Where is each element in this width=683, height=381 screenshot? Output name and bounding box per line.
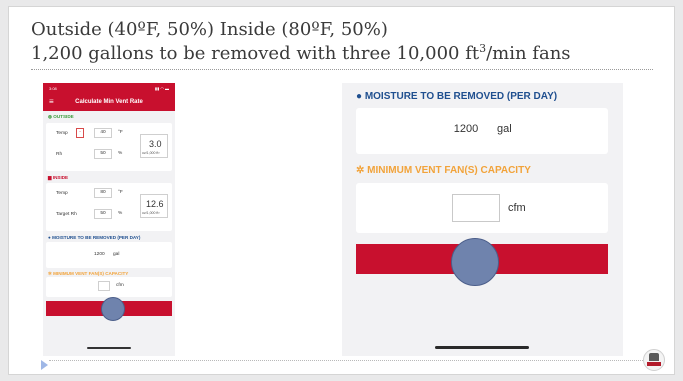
outside-heading: ◍ OUTSIDE [48,114,74,119]
outside-temp-input[interactable]: 40 [94,128,112,138]
inside-result-box: 12.6 oz/1,000 ft³ [140,194,168,218]
moisture-input[interactable]: 1200 [446,116,486,144]
slide-title: Outside (40ºF, 50%) Inside (80ºF, 50%) 1… [31,18,671,66]
outside-result-unit: oz/1,000 ft³ [142,151,160,155]
inside-temp-label: Temp [56,191,68,196]
inside-heading: ▆ INSIDE [48,175,69,180]
outside-rh-unit: % [118,151,123,156]
title-line-2: 1,200 gallons to be removed with three 1… [31,42,671,66]
vent-heading: ✲ MINIMUM VENT FAN(S) CAPACITY [356,165,531,176]
phone-vent-heading-text: MINIMUM VENT FAN(S) CAPACITY [53,271,129,276]
title-line-1: Outside (40ºF, 50%) Inside (80ºF, 50%) [31,19,388,40]
water-drop-icon: ● [356,91,363,102]
logo-band-shape [647,362,661,366]
outside-card: Temp - 40 °F Rh 50 % 3.0 oz/1,000 ft³ [46,123,172,171]
inside-rh-label: Target Rh [56,212,77,217]
phone-nav-bar: ≡ Calculate Min Vent Rate [43,95,175,111]
phone-vent-unit: cfm [116,283,124,288]
outside-temp-label: Temp [56,131,68,136]
outside-rh-input[interactable]: 50 [94,149,112,159]
inside-rh-unit: % [118,211,123,216]
status-icons: ▮▮ ◠ ▬ [154,86,169,91]
outside-result-value: 3.0 [149,139,162,149]
phone-moisture-unit: gal [113,252,120,257]
drop-icon: ● [48,235,51,240]
vent-input[interactable] [452,194,500,222]
outside-result-box: 3.0 oz/1,000 ft³ [140,134,168,158]
moisture-card: 1200 gal [356,108,608,154]
phone-screenshot: 3:08 ▮▮ ◠ ▬ ≡ Calculate Min Vent Rate ◍ … [43,83,175,356]
phone-vent-card: cfm [46,277,172,297]
touch-indicator [101,297,125,321]
touch-indicator-large [451,238,499,286]
zoomed-screenshot: ● MOISTURE TO BE REMOVED (PER DAY) 1200 … [342,83,623,356]
phone-moisture-heading: ● MOISTURE TO BE REMOVED (PER DAY) [48,235,140,240]
moisture-heading: ● MOISTURE TO BE REMOVED (PER DAY) [356,91,557,102]
home-indicator [87,347,131,349]
phone-moisture-heading-text: MOISTURE TO BE REMOVED (PER DAY) [52,235,141,240]
home-indicator-large [435,346,529,349]
outside-rh-label: Rh [56,152,63,157]
outside-temp-unit: °F [118,130,123,135]
slide: Outside (40ºF, 50%) Inside (80ºF, 50%) 1… [8,6,675,375]
title-divider [31,69,653,70]
nav-title: Calculate Min Vent Rate [75,99,143,105]
inside-rh-input[interactable]: 50 [94,209,112,219]
moisture-heading-text: MOISTURE TO BE REMOVED (PER DAY) [364,91,558,102]
footer-divider [49,360,649,361]
logo-cap-shape [649,353,659,361]
inside-temp-unit: °F [118,190,123,195]
inside-card: Temp 80 °F Target Rh 50 % 12.6 oz/1,000 … [46,183,172,231]
inside-temp-input[interactable]: 80 [94,188,112,198]
title-line-2-suffix: /min fans [486,43,571,64]
phone-moisture-value[interactable]: 1200 [94,252,105,257]
fan-icon-large: ✲ [356,165,365,176]
phone-moisture-card: 1200 gal [46,242,172,268]
inside-result-value: 12.6 [146,199,164,209]
phone-vent-input[interactable] [98,281,110,291]
temp-minus-button[interactable]: - [76,128,84,138]
moisture-unit: gal [497,123,512,135]
vent-heading-text: MINIMUM VENT FAN(S) CAPACITY [367,165,531,176]
play-icon[interactable] [41,360,48,370]
title-line-2-text: 1,200 gallons to be removed with three 1… [31,43,480,64]
inside-result-unit: oz/1,000 ft³ [142,211,160,215]
status-time: 3:08 [49,86,57,91]
vent-unit: cfm [508,202,526,214]
georgia-logo [643,349,665,371]
fan-icon: ✲ [48,271,52,276]
vent-card: cfm [356,183,608,233]
phone-status-bar: 3:08 ▮▮ ◠ ▬ [43,83,175,95]
